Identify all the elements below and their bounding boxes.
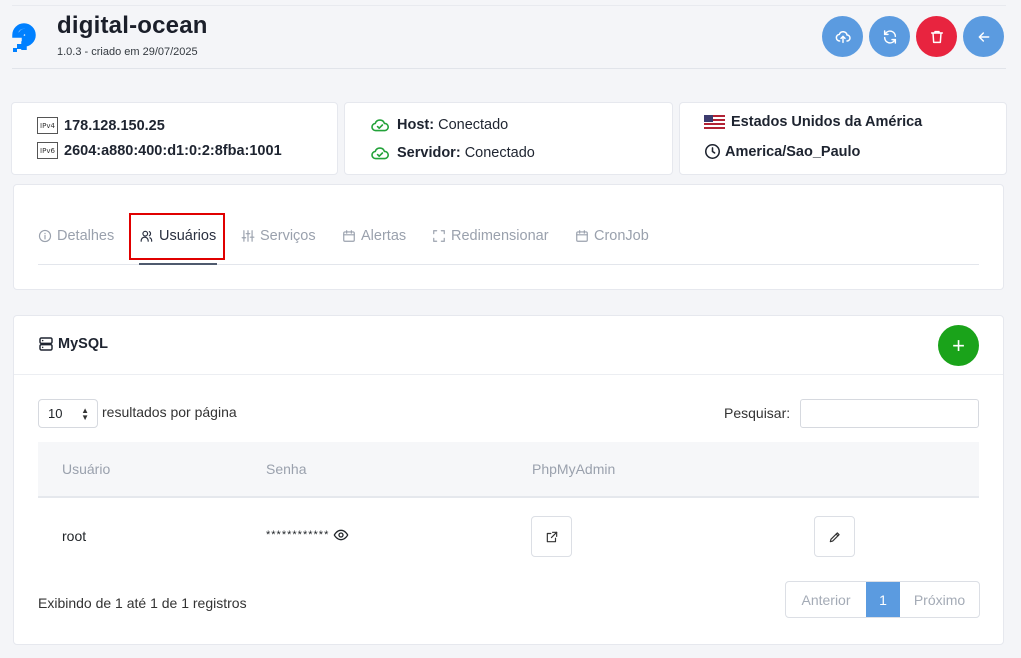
pencil-icon bbox=[829, 531, 840, 542]
tab-alertas[interactable]: Alertas bbox=[342, 228, 406, 244]
calendar-icon bbox=[343, 230, 355, 242]
tab-detalhes[interactable]: Detalhes bbox=[38, 228, 114, 244]
trash-icon bbox=[930, 30, 943, 43]
tab-label: Detalhes bbox=[57, 228, 115, 244]
refresh-icon bbox=[883, 29, 896, 44]
timezone-line: America/Sao_Paulo bbox=[704, 143, 860, 160]
ipv6-address: 2604:a880:400:d1:0:2:8fba:1001 bbox=[64, 142, 282, 159]
tab-cronjob[interactable]: CronJob bbox=[575, 228, 649, 244]
status-card bbox=[344, 102, 673, 175]
open-phpmyadmin-button[interactable] bbox=[531, 516, 572, 557]
server-status-line: Servidor: Conectado bbox=[370, 145, 535, 161]
server-label: Servidor: bbox=[397, 145, 461, 161]
page-subtitle: 1.0.3 - criado em 29/07/2025 bbox=[57, 46, 198, 58]
cloud-check-icon bbox=[371, 147, 389, 160]
password-mask: ************ bbox=[266, 529, 330, 541]
digital-ocean-logo-icon bbox=[12, 23, 36, 52]
tab-redimensionar[interactable]: Redimensionar bbox=[432, 228, 549, 244]
tab-label: CronJob bbox=[594, 228, 649, 244]
table-info: Exibindo de 1 até 1 de 1 registros bbox=[38, 595, 247, 611]
host-label: Host: bbox=[397, 117, 435, 133]
page-size-select[interactable]: 10 ▲ ▼ bbox=[38, 399, 98, 428]
refresh-button[interactable] bbox=[869, 16, 910, 57]
next-page-button[interactable]: Próximo bbox=[900, 582, 979, 617]
header-divider bbox=[12, 68, 1006, 69]
arrow-left-icon bbox=[978, 31, 989, 42]
ipv4-line: IPv4 178.128.150.25 bbox=[37, 117, 165, 134]
cloud-check-icon bbox=[371, 119, 389, 132]
section-title-text: MySQL bbox=[58, 336, 108, 352]
external-link-icon bbox=[546, 531, 557, 542]
cell-password: ************ bbox=[266, 527, 349, 543]
search-label: Pesquisar: bbox=[724, 405, 791, 421]
ipv4-badge: IPv4 bbox=[37, 117, 58, 134]
host-status-line: Host: Conectado bbox=[370, 117, 508, 133]
search-input[interactable] bbox=[800, 399, 979, 428]
us-flag-icon bbox=[704, 115, 725, 129]
info-icon bbox=[38, 229, 52, 243]
tab-servicos[interactable]: Serviços bbox=[241, 228, 316, 244]
ipv6-badge: IPv6 bbox=[37, 142, 58, 159]
ipv6-line: IPv6 2604:a880:400:d1:0:2:8fba:1001 bbox=[37, 142, 282, 159]
edit-user-button[interactable] bbox=[814, 516, 855, 557]
country-name: Estados Unidos da América bbox=[731, 114, 923, 130]
cloud-upload-icon bbox=[835, 30, 851, 43]
location-card bbox=[679, 102, 1007, 175]
server-value: Conectado bbox=[464, 145, 535, 161]
network-card bbox=[11, 102, 338, 175]
upload-button[interactable] bbox=[822, 16, 863, 57]
calendar-icon bbox=[576, 230, 588, 242]
host-value: Conectado bbox=[438, 117, 509, 133]
tab-label: Serviços bbox=[260, 228, 316, 244]
back-button[interactable] bbox=[963, 16, 1004, 57]
clock-icon bbox=[704, 143, 721, 160]
page-1-button[interactable]: 1 bbox=[866, 582, 900, 617]
delete-button[interactable] bbox=[916, 16, 957, 57]
add-user-button[interactable]: + bbox=[938, 325, 979, 366]
column-header-phpmyadmin[interactable]: PhpMyAdmin bbox=[532, 461, 615, 477]
server-icon bbox=[39, 337, 53, 351]
page-title: digital-ocean bbox=[57, 12, 208, 39]
pagination: Anterior 1 Próximo bbox=[785, 581, 980, 618]
column-header-senha[interactable]: Senha bbox=[266, 461, 306, 477]
tab-label: Alertas bbox=[361, 228, 407, 244]
per-page-label: resultados por página bbox=[102, 404, 237, 420]
top-divider bbox=[12, 5, 1006, 6]
section-divider bbox=[14, 374, 1003, 375]
resize-icon bbox=[433, 230, 445, 242]
previous-page-button[interactable]: Anterior bbox=[786, 582, 866, 617]
page-header: digital-ocean 1.0.3 - criado em 29/07/20… bbox=[0, 0, 1021, 86]
sort-arrows-icon: ▲ ▼ bbox=[81, 406, 89, 422]
country-line: Estados Unidos da América bbox=[704, 114, 922, 130]
active-tab-indicator bbox=[139, 263, 217, 265]
timezone-value: America/Sao_Paulo bbox=[725, 143, 861, 160]
column-header-usuario[interactable]: Usuário bbox=[62, 461, 110, 477]
page-size-value: 10 bbox=[48, 406, 63, 421]
tab-label: Redimensionar bbox=[451, 228, 549, 244]
sliders-icon bbox=[241, 230, 255, 242]
section-title: MySQL bbox=[38, 336, 108, 352]
table-header bbox=[38, 442, 979, 498]
highlight-annotation bbox=[129, 213, 225, 260]
eye-icon[interactable] bbox=[333, 527, 349, 543]
cell-user: root bbox=[62, 528, 87, 544]
ipv4-address: 178.128.150.25 bbox=[64, 117, 165, 134]
